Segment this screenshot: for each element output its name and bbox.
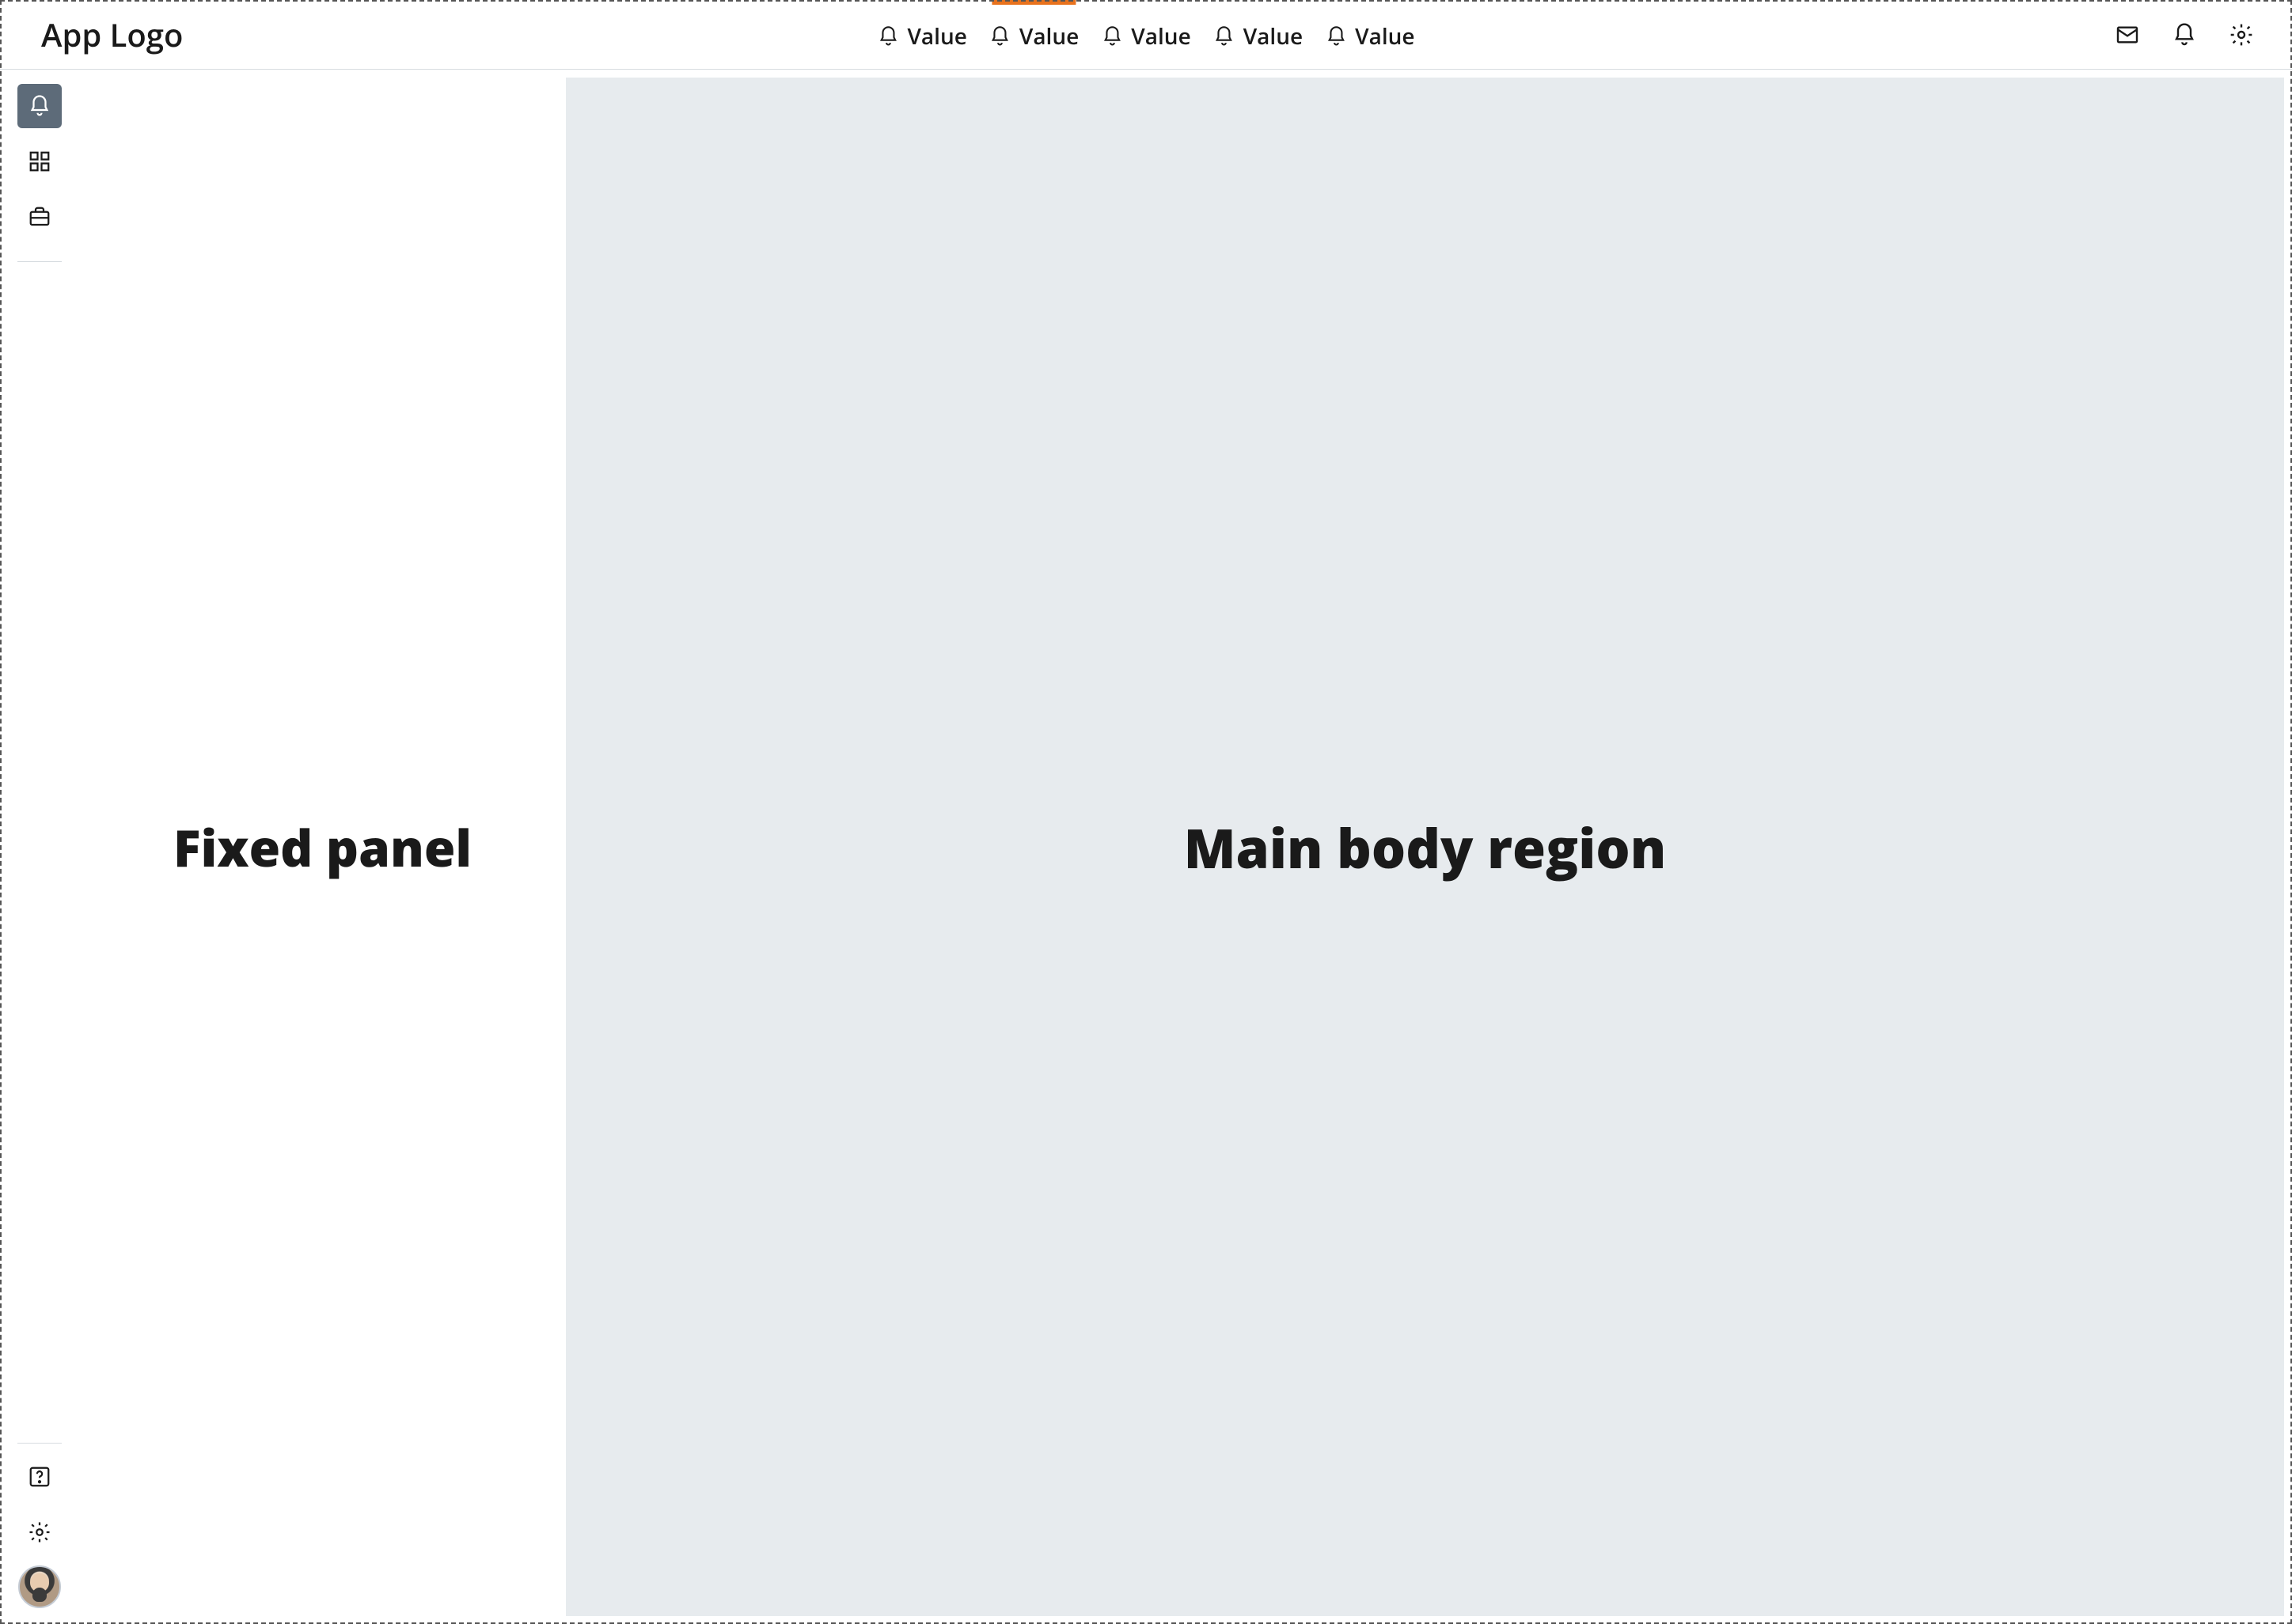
- nav-item-1[interactable]: Value: [989, 0, 1079, 69]
- header-nav: Value Value Value Value Value: [877, 0, 1414, 69]
- nav-item-label: Value: [907, 21, 966, 51]
- sidebar-bottom: [17, 1432, 62, 1608]
- nav-item-label: Value: [1355, 21, 1414, 51]
- sidebar-divider: [17, 261, 62, 262]
- bell-icon: [1213, 25, 1235, 47]
- bell-icon: [28, 94, 51, 118]
- bell-icon[interactable]: [2172, 22, 2197, 47]
- bell-icon: [877, 25, 899, 47]
- fixed-panel: Fixed panel: [79, 70, 566, 1624]
- sidebar-item-help[interactable]: [17, 1455, 62, 1499]
- sidebar-item-settings[interactable]: [17, 1510, 62, 1554]
- briefcase-icon: [28, 205, 51, 229]
- settings-gear-icon[interactable]: [2229, 22, 2254, 47]
- nav-item-2[interactable]: Value: [1101, 0, 1190, 69]
- app-header: App Logo Value Value Value Value: [0, 0, 2292, 70]
- help-icon: [28, 1465, 51, 1489]
- settings-gear-icon: [28, 1520, 51, 1544]
- sidebar-item-work[interactable]: [17, 195, 62, 239]
- sidebar-item-apps[interactable]: [17, 139, 62, 184]
- bell-icon: [1101, 25, 1123, 47]
- fixed-panel-title: Fixed panel: [173, 813, 472, 882]
- nav-item-0[interactable]: Value: [877, 0, 966, 69]
- sidebar-rail: [0, 70, 79, 1624]
- header-right-actions: [2115, 22, 2254, 47]
- app-logo[interactable]: App Logo: [41, 13, 183, 56]
- nav-item-3[interactable]: Value: [1213, 0, 1303, 69]
- main-body-region: Main body region: [566, 78, 2284, 1616]
- nav-item-label: Value: [1019, 21, 1079, 51]
- sidebar-divider: [17, 1443, 62, 1444]
- bell-icon: [1325, 25, 1347, 47]
- sidebar-item-notifications[interactable]: [17, 84, 62, 128]
- app-body: Fixed panel Main body region: [0, 70, 2292, 1624]
- grid-icon: [28, 150, 51, 173]
- nav-item-4[interactable]: Value: [1325, 0, 1414, 69]
- mail-icon[interactable]: [2115, 22, 2140, 47]
- nav-item-label: Value: [1243, 21, 1303, 51]
- bell-icon: [989, 25, 1011, 47]
- user-avatar[interactable]: [18, 1565, 61, 1608]
- nav-item-label: Value: [1131, 21, 1190, 51]
- main-body-title: Main body region: [1184, 810, 1667, 884]
